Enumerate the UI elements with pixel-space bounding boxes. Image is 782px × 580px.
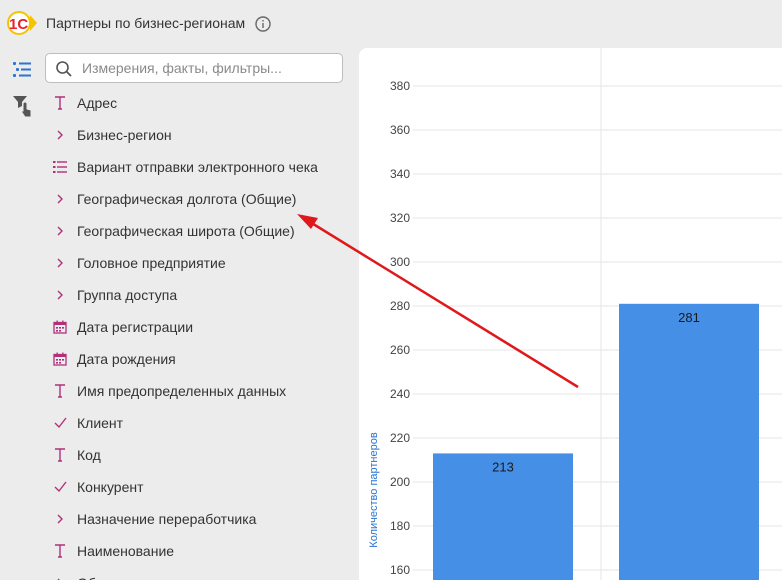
y-tick-label: 160 <box>390 563 410 577</box>
chart-panel: 160 180 200 220 240 260 280 300 320 340 360 380 Коли… <box>359 48 782 580</box>
y-tick-label: 380 <box>390 79 410 93</box>
chevron-right-icon <box>53 255 67 271</box>
y-tick-label: 340 <box>390 167 410 181</box>
field-item-label: Адрес <box>77 95 118 111</box>
field-item-label: Географическая широта (Общие) <box>77 223 295 239</box>
bar-data-label: 281 <box>678 310 700 325</box>
field-item[interactable]: Наименование <box>45 535 355 567</box>
check-icon <box>53 415 67 431</box>
bar-chart: 160 180 200 220 240 260 280 300 320 340 360 380 Коли… <box>368 48 782 580</box>
field-item[interactable]: Назначение переработчика <box>45 503 355 535</box>
list-icon <box>53 159 67 175</box>
bar <box>619 303 759 580</box>
field-item[interactable]: Дата рождения <box>45 343 355 375</box>
chevron-right-icon <box>53 127 67 143</box>
field-item-label: Дата регистрации <box>77 319 194 335</box>
field-item-label: Имя предопределенных данных <box>77 383 287 399</box>
field-item[interactable]: Адрес <box>45 87 355 119</box>
field-item[interactable]: Клиент <box>45 407 355 439</box>
touch-filter-icon[interactable] <box>11 94 33 118</box>
chevron-right-icon <box>53 575 67 580</box>
y-axis-label: Количество партнеров <box>368 432 380 548</box>
y-tick-label: 260 <box>390 343 410 357</box>
field-item-label: Наименование <box>77 543 175 559</box>
field-item[interactable]: Бизнес-регион <box>45 119 355 151</box>
field-item[interactable]: Географическая широта (Общие) <box>45 215 355 247</box>
info-icon[interactable] <box>255 16 271 32</box>
field-item[interactable]: Головное предприятие <box>45 247 355 279</box>
fields-list-icon[interactable] <box>12 60 32 78</box>
1c-logo: 1С <box>7 11 37 35</box>
text-type-icon <box>53 95 67 111</box>
chevron-right-icon <box>53 511 67 527</box>
check-icon <box>53 479 67 495</box>
calendar-icon <box>53 351 67 367</box>
y-tick-label: 360 <box>390 123 410 137</box>
search-box[interactable] <box>45 53 343 83</box>
chevron-right-icon <box>53 223 67 239</box>
bar-data-label: 213 <box>492 459 514 474</box>
field-item-label: Вариант отправки электронного чека <box>77 159 318 175</box>
field-item[interactable]: Вариант отправки электронного чека <box>45 151 355 183</box>
field-item[interactable]: Об <box>45 567 355 580</box>
y-tick-label: 320 <box>390 211 410 225</box>
y-tick-label: 200 <box>390 475 410 489</box>
field-item-label: Дата рождения <box>77 351 176 367</box>
text-type-icon <box>53 447 67 463</box>
text-type-icon <box>53 543 67 559</box>
field-item-label: Географическая долгота (Общие) <box>77 191 297 207</box>
field-item[interactable]: Конкурент <box>45 471 355 503</box>
chevron-right-icon <box>53 287 67 303</box>
field-item-label: Назначение переработчика <box>77 511 257 527</box>
field-item[interactable]: Дата регистрации <box>45 311 355 343</box>
calendar-icon <box>53 319 67 335</box>
search-input[interactable] <box>82 54 337 82</box>
field-item-label: Код <box>77 447 101 463</box>
field-item-label: Головное предприятие <box>77 255 226 271</box>
header: 1С Партнеры по бизнес-регионам <box>0 0 782 46</box>
field-item[interactable]: Код <box>45 439 355 471</box>
y-tick-label: 220 <box>390 431 410 445</box>
y-tick-label: 240 <box>390 387 410 401</box>
field-item-label: Конкурент <box>77 479 144 495</box>
svg-text:1С: 1С <box>9 16 28 33</box>
field-item-label: Группа доступа <box>77 287 178 303</box>
text-type-icon <box>53 383 67 399</box>
app-window: 1С Партнеры по бизнес-регионам Адрес Бизн… <box>0 0 782 580</box>
field-item-label: Бизнес-регион <box>77 127 172 143</box>
field-item-label: Клиент <box>77 415 124 431</box>
page-title: Партнеры по бизнес-регионам <box>46 15 246 31</box>
field-item[interactable]: Группа доступа <box>45 279 355 311</box>
y-tick-label: 180 <box>390 519 410 533</box>
field-item[interactable]: Имя предопределенных данных <box>45 375 355 407</box>
y-tick-label: 300 <box>390 255 410 269</box>
field-item[interactable]: Географическая долгота (Общие) <box>45 183 355 215</box>
field-item-label: Об <box>77 575 96 580</box>
chevron-right-icon <box>53 191 67 207</box>
search-icon <box>56 61 72 77</box>
fields-list: Адрес Бизнес-регион Вариант отправки элект… <box>45 87 355 580</box>
y-tick-label: 280 <box>390 299 410 313</box>
